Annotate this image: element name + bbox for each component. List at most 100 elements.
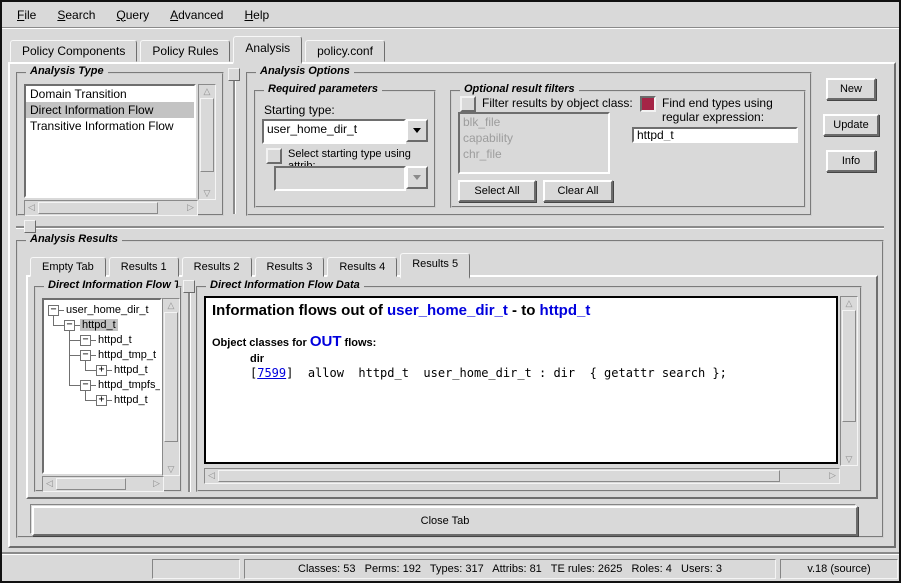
- tree-vertical-scrollbar[interactable]: △ ▽: [162, 298, 180, 476]
- results-tab-results-5[interactable]: Results 5: [400, 253, 470, 279]
- menu-item-search[interactable]: Search: [54, 6, 98, 24]
- scroll-right-icon[interactable]: ▷: [150, 477, 163, 491]
- attrib-value[interactable]: [274, 166, 406, 191]
- start-type-text: user_home_dir_t: [387, 302, 508, 319]
- flow-tree[interactable]: −user_home_dir_t−httpd_t−httpd_t−httpd_t…: [42, 298, 162, 474]
- scrollbar-thumb[interactable]: [842, 310, 856, 422]
- menu-item-query[interactable]: Query: [113, 6, 152, 24]
- starting-type-label: Starting type:: [264, 103, 335, 117]
- close-tab-button[interactable]: Close Tab: [32, 506, 858, 536]
- tree-node-label[interactable]: httpd_tmp_t: [96, 349, 158, 361]
- analysis-type-item-direct-information-flow[interactable]: Direct Information Flow: [26, 102, 194, 118]
- scroll-right-icon[interactable]: ▷: [826, 469, 839, 483]
- analysis-type-item-domain-transition[interactable]: Domain Transition: [26, 86, 194, 102]
- scroll-right-icon[interactable]: ▷: [184, 201, 197, 215]
- analysis-type-vertical-scrollbar[interactable]: △ ▽: [198, 84, 216, 200]
- results-tab-results-1[interactable]: Results 1: [109, 257, 179, 277]
- scroll-left-icon[interactable]: ◁: [205, 469, 218, 483]
- flow-data-text[interactable]: Information flows out of user_home_dir_t…: [204, 296, 838, 464]
- tree-node-httpd-t[interactable]: + httpd_t: [96, 363, 150, 377]
- scroll-up-icon[interactable]: △: [163, 299, 179, 311]
- info-button[interactable]: Info: [826, 150, 876, 172]
- new-button[interactable]: New: [826, 78, 876, 100]
- results-tab-results-2[interactable]: Results 2: [182, 257, 252, 277]
- object-class-listbox: blk_filecapabilitychr_file: [458, 112, 610, 174]
- tree-node-user-home-dir-t[interactable]: −user_home_dir_t: [48, 303, 151, 317]
- scroll-down-icon[interactable]: ▽: [199, 187, 215, 199]
- vertical-sash-handle[interactable]: [228, 68, 240, 81]
- tab-policy-conf[interactable]: policy.conf: [305, 40, 385, 62]
- scrollbar-thumb[interactable]: [38, 202, 158, 214]
- expand-icon[interactable]: +: [96, 395, 107, 406]
- expand-icon[interactable]: +: [96, 365, 107, 376]
- select-all-button[interactable]: Select All: [458, 180, 536, 202]
- menu-item-file[interactable]: File: [14, 6, 39, 24]
- scrollbar-thumb[interactable]: [164, 312, 178, 442]
- tree-node-httpd-t[interactable]: + httpd_t: [96, 393, 150, 407]
- menu-item-advanced[interactable]: Advanced: [167, 6, 226, 24]
- scroll-down-icon[interactable]: ▽: [841, 453, 857, 465]
- analysis-type-item-transitive-information-flow[interactable]: Transitive Information Flow: [26, 118, 194, 134]
- tab-analysis[interactable]: Analysis: [233, 36, 302, 64]
- tree-node-httpd-t[interactable]: −httpd_t: [80, 333, 134, 347]
- scroll-up-icon[interactable]: △: [199, 85, 215, 97]
- scroll-up-icon[interactable]: △: [841, 297, 857, 309]
- results-sash-handle[interactable]: [183, 280, 195, 293]
- tree-node-label[interactable]: httpd_t: [112, 394, 150, 406]
- scroll-down-icon[interactable]: ▽: [163, 463, 179, 475]
- menu-item-help[interactable]: Help: [241, 6, 272, 24]
- collapse-icon[interactable]: −: [80, 380, 91, 391]
- tree-node-httpd-t[interactable]: −httpd_t: [64, 318, 118, 332]
- regex-input[interactable]: [632, 127, 798, 143]
- collapse-icon[interactable]: −: [64, 320, 75, 331]
- analysis-type-listbox[interactable]: Domain TransitionDirect Information Flow…: [24, 84, 196, 198]
- flow-data-title: Direct Information Flow Data: [206, 279, 364, 291]
- tree-horizontal-scrollbar[interactable]: ◁ ▷: [42, 476, 164, 492]
- analysis-type-title: Analysis Type: [26, 65, 108, 77]
- starting-type-value[interactable]: user_home_dir_t: [262, 119, 406, 144]
- tree-connector: [69, 340, 80, 341]
- collapse-icon[interactable]: −: [80, 335, 91, 346]
- tree-node-label[interactable]: user_home_dir_t: [64, 304, 151, 316]
- attrib-checkbox[interactable]: [266, 148, 282, 164]
- tree-node-label[interactable]: httpd_t: [112, 364, 150, 376]
- tree-node-label[interactable]: httpd_tmpfs_t: [96, 379, 160, 391]
- collapse-icon[interactable]: −: [48, 305, 59, 316]
- results-tab-empty-tab[interactable]: Empty Tab: [30, 257, 106, 277]
- tree-connector: [53, 316, 54, 325]
- object-class-checkbox-row: Filter results by object class:: [460, 96, 670, 112]
- regex-checkbox[interactable]: [640, 96, 656, 112]
- main-tab-bar: Policy ComponentsPolicy RulesAnalysispol…: [10, 36, 385, 62]
- scrollbar-thumb[interactable]: [218, 470, 780, 482]
- scrollbar-thumb[interactable]: [56, 478, 126, 490]
- flow-tree-title: Direct Information Flow Tree: [44, 279, 178, 291]
- results-tab-results-3[interactable]: Results 3: [255, 257, 325, 277]
- data-vertical-scrollbar[interactable]: △ ▽: [840, 296, 858, 466]
- tree-node-httpd-tmp-t[interactable]: −httpd_tmp_t: [80, 348, 158, 362]
- scroll-left-icon[interactable]: ◁: [43, 477, 56, 491]
- clear-all-button[interactable]: Clear All: [543, 180, 613, 202]
- attrib-combobox[interactable]: [274, 166, 428, 191]
- scrollbar-thumb[interactable]: [200, 98, 214, 172]
- tree-node-label[interactable]: httpd_t: [96, 334, 134, 346]
- tree-node-httpd-tmpfs-t[interactable]: −httpd_tmpfs_t: [80, 378, 160, 392]
- horizontal-sash-line: [16, 226, 884, 228]
- tab-policy-components[interactable]: Policy Components: [10, 40, 137, 62]
- data-horizontal-scrollbar[interactable]: ◁ ▷: [204, 468, 840, 484]
- analysis-type-horizontal-scrollbar[interactable]: ◁ ▷: [24, 200, 198, 216]
- tree-connector: [85, 391, 86, 400]
- object-class-checkbox[interactable]: [460, 96, 476, 112]
- tab-policy-rules[interactable]: Policy Rules: [140, 40, 230, 62]
- object-class-checkbox-label: Filter results by object class:: [482, 96, 633, 110]
- tree-node-label[interactable]: httpd_t: [80, 319, 118, 331]
- results-tab-results-4[interactable]: Results 4: [327, 257, 397, 277]
- rule-number-link[interactable]: 7599: [257, 366, 286, 380]
- chevron-down-icon[interactable]: [406, 119, 428, 142]
- scroll-left-icon[interactable]: ◁: [25, 201, 38, 215]
- required-parameters-title: Required parameters: [264, 83, 382, 95]
- starting-type-combobox[interactable]: user_home_dir_t: [262, 119, 428, 144]
- collapse-icon[interactable]: −: [80, 350, 91, 361]
- update-button[interactable]: Update: [823, 114, 879, 136]
- horizontal-sash-handle[interactable]: [24, 220, 36, 233]
- out-flow-text: OUT: [310, 333, 342, 350]
